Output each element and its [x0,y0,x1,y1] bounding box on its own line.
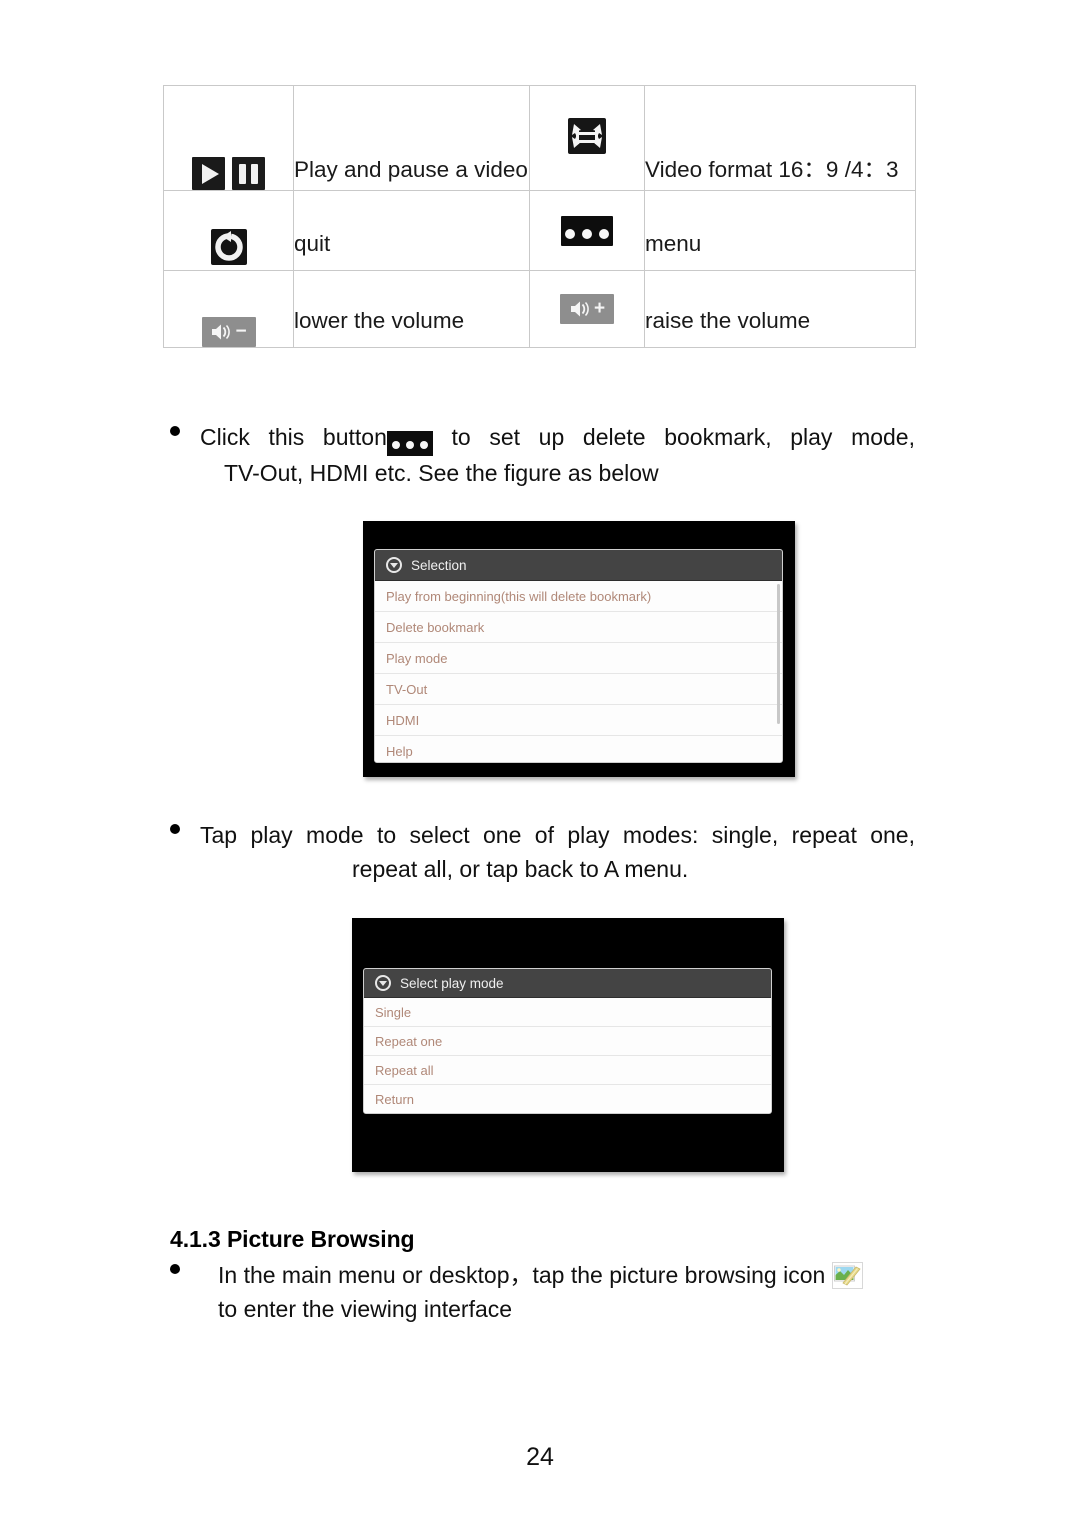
document-page: Play and pause a video Video format 16：9… [0,0,1080,1527]
quit-icon-cell [163,190,294,271]
play-mode-dialog-title: Select play mode [400,975,504,991]
selection-dialog-title: Selection [411,557,467,573]
bullet-dot-icon [170,426,180,436]
section-heading-picture-browsing: 4.1.3 Picture Browsing [170,1226,415,1252]
menu-item-play-from-beginning[interactable]: Play from beginning(this will delete boo… [375,581,782,612]
bullet1-text-before: Click this button [200,424,387,450]
section-bullet-line1: In the main menu or desktop，tap the pict… [218,1258,915,1292]
bullet-body: Tap play mode to select one of play mode… [170,818,915,886]
menu-item-tv-out[interactable]: TV-Out [375,674,782,705]
play-mode-dialog: Select play mode Single Repeat one Repea… [363,968,772,1114]
bullet1-line2: TV-Out, HDMI etc. See the figure as belo… [224,459,659,486]
menu-dots-icon [561,215,613,246]
menu-item-play-mode[interactable]: Play mode [375,643,782,674]
video-format-label: Video format 16：9 /4：3 [644,85,916,191]
minus-sign: − [235,321,247,342]
bullet-dot-icon [170,1264,180,1274]
speaker-icon [569,299,591,319]
bullet-paragraph-picture-browsing: In the main menu or desktop，tap the pict… [170,1258,915,1326]
bullet1-line1: Click this button to set up delete bookm… [200,420,915,456]
volume-up-icon: + [560,294,614,324]
bullet-paragraph-menu-button: Click this button to set up delete bookm… [170,420,915,490]
circle-chevron-down-icon [375,975,391,991]
selection-dialog: Selection Play from beginning(this will … [374,549,783,763]
menu-icon-cell [529,190,645,271]
table-row: − lower the volume + raise the volume [163,270,916,348]
video-format-icon [568,117,606,154]
menu-label: menu [644,190,916,271]
menu-item-single[interactable]: Single [364,998,771,1027]
play-mode-dialog-titlebar: Select play mode [364,969,771,998]
quit-icon [210,229,247,265]
control-legend-table: Play and pause a video Video format 16：9… [163,85,916,348]
menu-item-help[interactable]: Help [375,736,782,762]
bullet-body: Click this button to set up delete bookm… [170,420,915,490]
video-format-icon-cell [529,85,645,191]
dialog-scrollbar[interactable] [777,584,780,724]
page-number: 24 [526,1443,554,1471]
menu-item-delete-bookmark[interactable]: Delete bookmark [375,612,782,643]
quit-label: quit [293,190,530,271]
bullet2-line1: Tap play mode to select one of play mode… [200,822,915,848]
menu-item-repeat-one[interactable]: Repeat one [364,1027,771,1056]
menu-item-hdmi[interactable]: HDMI [375,705,782,736]
bullet-paragraph-play-mode: Tap play mode to select one of play mode… [170,818,915,886]
volume-down-icon-cell: − [163,270,294,348]
volume-down-icon: − [201,317,256,347]
selection-dialog-screenshot: Selection Play from beginning(this will … [363,521,795,777]
plus-sign: + [593,298,606,319]
table-row: Play and pause a video Video format 16：9… [163,85,916,191]
table-row: quit menu [163,190,916,271]
play-pause-label: Play and pause a video [293,85,530,191]
play-icon [192,157,225,190]
play-pause-icon [192,157,265,190]
selection-dialog-titlebar: Selection [375,550,782,581]
menu-dots-icon [386,430,433,456]
pause-icon [232,157,265,190]
volume-up-icon-cell: + [529,270,645,348]
section-bullet-text: In the main menu or desktop，tap the pict… [218,1262,826,1288]
menu-item-return[interactable]: Return [364,1085,771,1113]
bullet2-line2: repeat all, or tap back to A menu. [352,856,689,882]
speaker-icon [210,322,232,342]
bullet-dot-icon [170,824,180,834]
bullet-body: In the main menu or desktop，tap the pict… [170,1258,915,1326]
volume-up-label: raise the volume [644,270,916,348]
bullet1-text-after: to set up delete bookmark, play mode, [451,424,915,450]
picture-browsing-icon [831,1262,863,1289]
play-mode-dialog-screenshot: Select play mode Single Repeat one Repea… [352,918,784,1172]
play-pause-icon-cell [163,85,294,191]
menu-item-repeat-all[interactable]: Repeat all [364,1056,771,1085]
circle-chevron-down-icon [386,557,402,573]
volume-down-label: lower the volume [293,270,530,348]
section-bullet-line2: to enter the viewing interface [218,1296,513,1322]
